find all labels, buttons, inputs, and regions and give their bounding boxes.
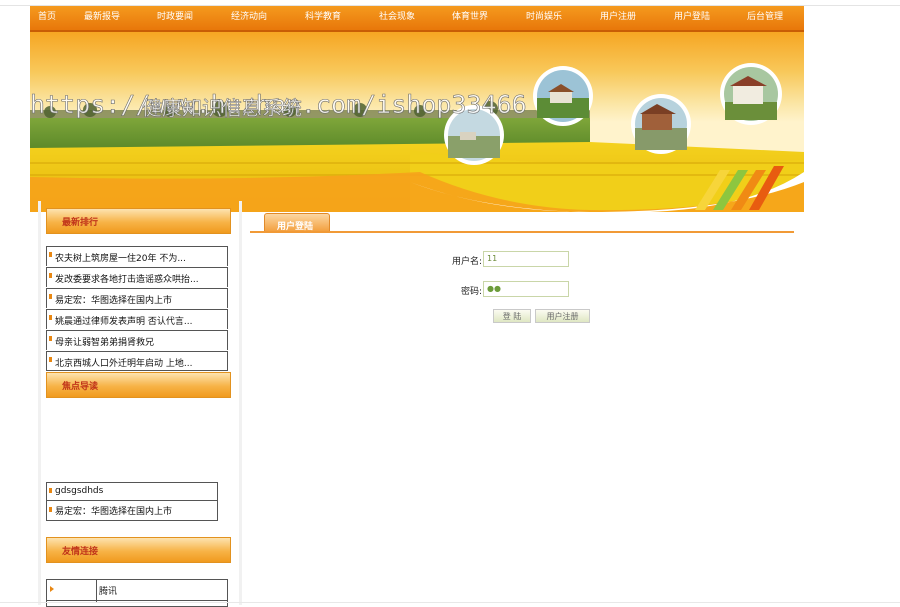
list-item-link[interactable]: 北京西城人口外迁明年启动 上地... bbox=[55, 356, 192, 369]
bottom-divider bbox=[0, 602, 900, 603]
list-item-link[interactable]: 发改委要求各地打击造谣惑众哄抬... bbox=[55, 272, 199, 285]
bullet-icon bbox=[49, 357, 52, 362]
username-label: 用户名: bbox=[451, 257, 482, 267]
friend-link[interactable]: 腾讯 bbox=[99, 584, 117, 597]
list-item-link[interactable]: 母亲让弱智弟弟捐肾救兄 bbox=[55, 335, 154, 348]
nav-sports[interactable]: 体育世界 bbox=[452, 6, 488, 30]
list-item-link[interactable]: 易定宏：华图选择在国内上市 bbox=[55, 293, 172, 306]
tab-user-login[interactable]: 用户登陆 bbox=[264, 213, 330, 233]
focus-guide-header: 焦点导读 bbox=[46, 372, 231, 398]
friend-links-header: 友情连接 bbox=[46, 537, 231, 563]
list-item[interactable]: 发改委要求各地打击造谣惑众哄抬... bbox=[46, 267, 228, 287]
arrow-icon bbox=[50, 586, 54, 592]
nav-entertainment[interactable]: 时尚娱乐 bbox=[526, 6, 562, 30]
nav-user-register[interactable]: 用户注册 bbox=[600, 6, 636, 30]
latest-ranking-title: 最新排行 bbox=[62, 218, 99, 228]
list-item-link[interactable]: gdsgsdhds bbox=[55, 486, 103, 496]
list-item-link[interactable]: 农夫树上筑房屋一住20年 不为... bbox=[55, 251, 186, 264]
list-item-link[interactable]: 易定宏：华图选择在国内上市 bbox=[55, 504, 172, 517]
list-item-link[interactable]: 姚晨通过律师发表声明 否认代言... bbox=[55, 314, 192, 327]
bullet-icon bbox=[49, 252, 52, 257]
friend-links-table: 腾讯 bbox=[46, 579, 228, 602]
bullet-icon bbox=[49, 507, 52, 512]
nav-science-education[interactable]: 科学教育 bbox=[305, 6, 341, 30]
list-item[interactable]: 姚晨通过律师发表声明 否认代言... bbox=[46, 309, 228, 329]
username-input[interactable]: 11 bbox=[483, 251, 569, 267]
nav-home[interactable]: 首页 bbox=[38, 6, 56, 30]
nav-politics[interactable]: 时政要闻 bbox=[157, 6, 193, 30]
friend-links-title: 友情连接 bbox=[62, 547, 99, 557]
bullet-icon bbox=[49, 315, 52, 320]
list-item[interactable]: 易定宏：华图选择在国内上市 bbox=[46, 500, 218, 521]
focus-guide-title: 焦点导读 bbox=[62, 382, 99, 392]
bullet-icon bbox=[49, 273, 52, 278]
list-item[interactable]: 母亲让弱智弟弟捐肾救兄 bbox=[46, 330, 228, 350]
nav-society[interactable]: 社会现象 bbox=[379, 6, 415, 30]
banner-landscape-image bbox=[30, 63, 804, 212]
friend-links-divider bbox=[96, 580, 97, 602]
list-item[interactable]: 北京西城人口外迁明年启动 上地... bbox=[46, 351, 228, 371]
login-button[interactable]: 登 陆 bbox=[493, 309, 531, 323]
list-item[interactable]: 易定宏：华图选择在国内上市 bbox=[46, 288, 228, 308]
password-label: 密码: bbox=[460, 287, 482, 297]
bullet-icon bbox=[49, 294, 52, 299]
list-item[interactable]: 农夫树上筑房屋一住20年 不为... bbox=[46, 246, 228, 266]
banner-site-title: 健康知识信息系统 bbox=[142, 96, 303, 121]
register-button[interactable]: 用户注册 bbox=[535, 309, 590, 323]
header-banner: https://www.huzhan.com/ishop33466 健康知识信息… bbox=[30, 32, 804, 212]
latest-ranking-header: 最新排行 bbox=[46, 208, 231, 234]
list-item[interactable]: gdsgsdhds bbox=[46, 482, 218, 500]
bullet-icon bbox=[49, 488, 52, 493]
nav-latest-reports[interactable]: 最新报导 bbox=[84, 6, 120, 30]
nav-admin[interactable]: 后台管理 bbox=[747, 6, 783, 30]
main-nav: 首页 最新报导 时政要闻 经济动向 科学教育 社会现象 体育世界 时尚娱乐 用户… bbox=[30, 6, 804, 32]
password-input[interactable]: ●● bbox=[483, 281, 569, 297]
nav-economy[interactable]: 经济动向 bbox=[231, 6, 267, 30]
nav-user-login[interactable]: 用户登陆 bbox=[674, 6, 710, 30]
bullet-icon bbox=[49, 336, 52, 341]
content-header-rule bbox=[250, 231, 794, 233]
